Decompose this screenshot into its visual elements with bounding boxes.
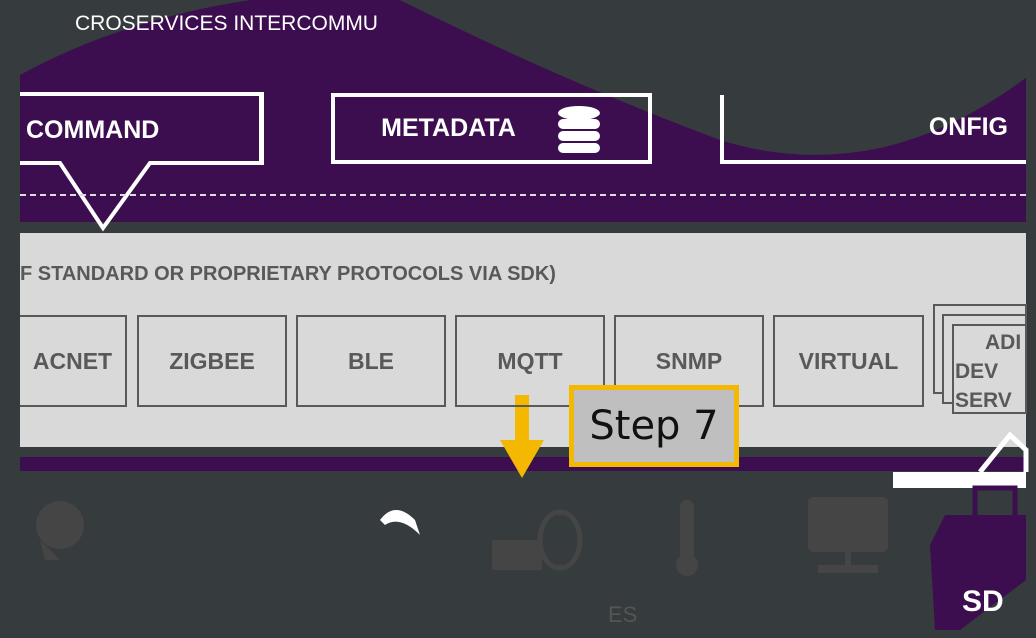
protocol-virtual: VIRTUAL (773, 315, 924, 407)
config-box: ONFIG (720, 95, 1026, 164)
additional-services-label: ADI DEV SERV (955, 328, 1022, 415)
device-layer-subtitle: F STANDARD OR PROPRIETARY PROTOCOLS VIA … (20, 263, 556, 285)
monitor-icon (808, 497, 888, 552)
command-box: COMMAND (20, 92, 263, 164)
database-icon (557, 105, 600, 153)
metadata-label: METADATA (381, 114, 516, 142)
additional-line-2: DEV (955, 360, 999, 383)
protocol-zigbee: ZIGBEE (137, 315, 287, 407)
metadata-box: METADATA (331, 93, 652, 164)
banner-title: CROSERVICES INTERCOMMU (75, 12, 378, 35)
weather-icon (36, 501, 84, 549)
protocol-ble: BLE (296, 315, 446, 407)
step-7-callout: Step 7 (569, 385, 739, 467)
faded-caption: ES (608, 602, 638, 627)
additional-line-3: SERV (955, 389, 1012, 412)
protocol-bacnet: ACNET (20, 315, 127, 407)
sdk-label: SD (962, 585, 1004, 618)
config-label: ONFIG (928, 113, 1008, 141)
command-label: COMMAND (26, 115, 160, 144)
additional-line-1: ADI (985, 331, 1022, 354)
factory-icon (492, 540, 542, 570)
